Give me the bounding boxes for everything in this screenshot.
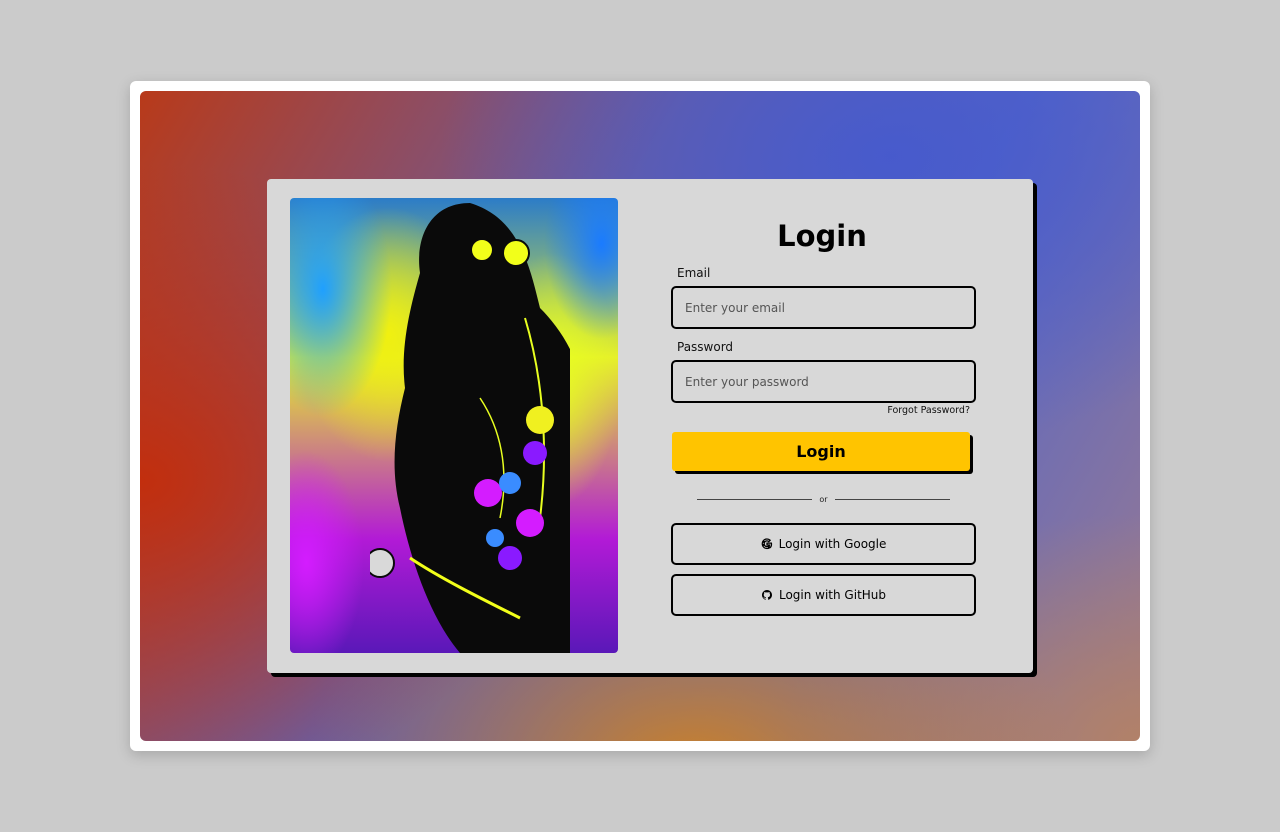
or-divider: or: [697, 492, 950, 506]
divider-line-left: [697, 498, 813, 500]
github-icon: [761, 590, 772, 600]
password-field[interactable]: [671, 360, 976, 403]
hooded-figure-illustration: [370, 203, 570, 653]
google-login-button[interactable]: Login with Google: [671, 523, 976, 565]
login-card: Login Email Password Forgot Password? Lo…: [267, 179, 1033, 673]
forgot-password-link[interactable]: Forgot Password?: [827, 405, 970, 416]
email-label: Email: [677, 266, 711, 280]
email-field[interactable]: [671, 286, 976, 329]
google-button-label: Login with Google: [778, 537, 887, 551]
page-title: Login: [777, 219, 867, 253]
github-button-label: Login with GitHub: [778, 588, 887, 602]
divider-line-right: [834, 498, 950, 500]
github-login-button[interactable]: Login with GitHub: [671, 574, 976, 616]
login-button[interactable]: Login: [672, 432, 970, 471]
google-icon: [761, 538, 772, 550]
hero-artwork: [290, 198, 618, 653]
password-label: Password: [677, 340, 734, 354]
divider-text: or: [819, 494, 828, 504]
gradient-background: Login Email Password Forgot Password? Lo…: [140, 91, 1140, 741]
window-frame: Login Email Password Forgot Password? Lo…: [130, 81, 1150, 751]
